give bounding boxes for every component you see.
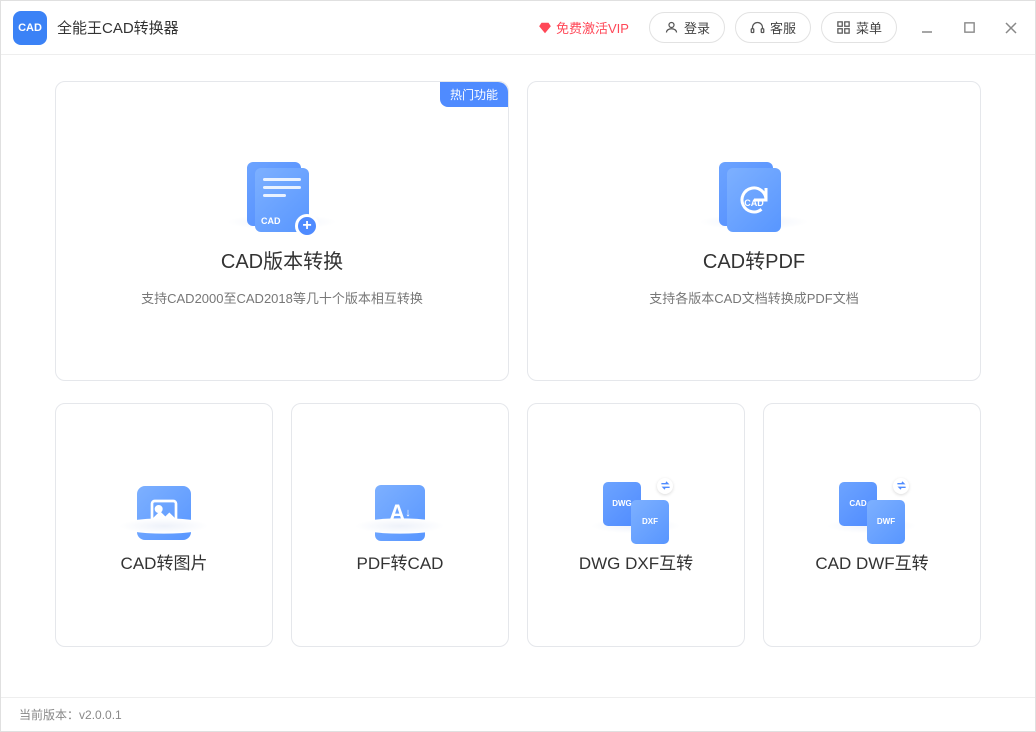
card-title: CAD版本转换 (221, 245, 343, 274)
card-title: CAD转PDF (703, 245, 805, 274)
maximize-icon (963, 21, 976, 34)
minimize-icon (920, 21, 934, 35)
version-label: 当前版本： (19, 706, 79, 723)
support-button[interactable]: 客服 (735, 12, 811, 43)
activate-vip-link[interactable]: 免费激活VIP (538, 18, 629, 37)
vip-label: 免费激活VIP (556, 18, 629, 37)
card-cad-to-image[interactable]: CAD转图片 (55, 403, 273, 647)
card-desc: 支持各版本CAD文档转换成PDF文档 (649, 288, 858, 307)
card-dwg-dxf-swap[interactable]: DWG DXF DWG DXF互转 (527, 403, 745, 647)
window-controls (915, 16, 1023, 40)
cad-pdf-icon: CAD (704, 155, 804, 245)
card-desc: 支持CAD2000至CAD2018等几十个版本相互转换 (141, 288, 423, 307)
cad-dwf-icon: CAD DWF (832, 477, 912, 549)
user-icon (664, 20, 679, 35)
version-value: v2.0.0.1 (79, 708, 122, 722)
login-label: 登录 (684, 18, 710, 37)
cad-version-icon: CAD + (232, 155, 332, 245)
top-row: 热门功能 CAD + CAD版本转换 支持CAD2000至CAD2018等几十个… (55, 81, 981, 381)
app-logo-icon: CAD (13, 11, 47, 45)
pdf-cad-icon: A↓ (360, 477, 440, 549)
card-cad-to-pdf[interactable]: CAD CAD转PDF 支持各版本CAD文档转换成PDF文档 (527, 81, 981, 381)
dwg-dxf-icon: DWG DXF (596, 477, 676, 549)
main-content: 热门功能 CAD + CAD版本转换 支持CAD2000至CAD2018等几十个… (1, 55, 1035, 697)
card-title: DWG DXF互转 (579, 549, 693, 574)
card-pdf-to-cad[interactable]: A↓ PDF转CAD (291, 403, 509, 647)
close-icon (1004, 21, 1018, 35)
card-title: PDF转CAD (357, 549, 444, 574)
card-cad-version-convert[interactable]: 热门功能 CAD + CAD版本转换 支持CAD2000至CAD2018等几十个… (55, 81, 509, 381)
minimize-button[interactable] (915, 16, 939, 40)
app-window: CAD 全能王CAD转换器 免费激活VIP 登录 客服 菜单 (0, 0, 1036, 732)
card-title: CAD转图片 (121, 549, 208, 574)
bottom-row: CAD转图片 A↓ PDF转CAD DWG DXF D (55, 403, 981, 647)
menu-button[interactable]: 菜单 (821, 12, 897, 43)
cad-image-icon (124, 477, 204, 549)
support-label: 客服 (770, 18, 796, 37)
close-button[interactable] (999, 16, 1023, 40)
maximize-button[interactable] (957, 16, 981, 40)
grid-icon (836, 20, 851, 35)
diamond-icon (538, 21, 552, 35)
card-cad-dwf-swap[interactable]: CAD DWF CAD DWF互转 (763, 403, 981, 647)
card-title: CAD DWF互转 (815, 549, 928, 574)
titlebar: CAD 全能王CAD转换器 免费激活VIP 登录 客服 菜单 (1, 1, 1035, 55)
statusbar: 当前版本： v2.0.0.1 (1, 697, 1035, 731)
menu-label: 菜单 (856, 18, 882, 37)
hot-badge: 热门功能 (440, 82, 508, 107)
headset-icon (750, 20, 765, 35)
login-button[interactable]: 登录 (649, 12, 725, 43)
app-title: 全能王CAD转换器 (57, 17, 179, 38)
